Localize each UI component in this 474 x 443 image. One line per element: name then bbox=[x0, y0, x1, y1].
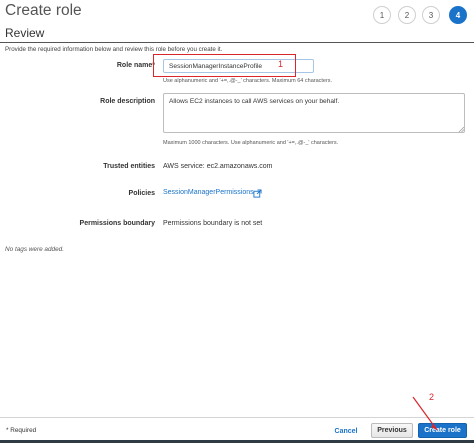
footer-divider bbox=[0, 417, 474, 418]
no-tags-message: No tags were added. bbox=[5, 246, 64, 253]
previous-button[interactable]: Previous bbox=[371, 423, 413, 438]
required-note: * Required bbox=[6, 427, 37, 434]
annotation-number-1: 1 bbox=[278, 59, 284, 69]
intro-text: Provide the required information below a… bbox=[5, 46, 223, 53]
role-name-hint: Use alphanumeric and '+=,.@-_' character… bbox=[163, 78, 333, 84]
policies-label: Policies bbox=[128, 190, 155, 197]
annotation-number-2: 2 bbox=[429, 392, 435, 402]
role-description-hint: Maximum 1000 characters. Use alphanumeri… bbox=[163, 140, 339, 146]
permissions-boundary-label: Permissions boundary bbox=[79, 220, 155, 227]
section-title: Review bbox=[5, 26, 45, 40]
trusted-entities-label: Trusted entities bbox=[103, 163, 155, 170]
permissions-boundary-value: Permissions boundary is not set bbox=[163, 220, 263, 227]
external-link-icon[interactable] bbox=[253, 189, 262, 198]
step-1[interactable]: 1 bbox=[373, 6, 391, 24]
cancel-button[interactable]: Cancel bbox=[330, 424, 362, 438]
step-4-current: 4 bbox=[449, 6, 467, 24]
section-divider bbox=[0, 42, 474, 43]
role-name-label: Role name* bbox=[116, 62, 155, 69]
step-3[interactable]: 3 bbox=[422, 6, 440, 24]
resize-grip-icon[interactable] bbox=[458, 126, 464, 132]
annotation-highlight-box bbox=[153, 54, 296, 77]
step-2[interactable]: 2 bbox=[398, 6, 416, 24]
trusted-entities-value: AWS service: ec2.amazonaws.com bbox=[163, 163, 273, 170]
create-role-button[interactable]: Create role bbox=[418, 423, 467, 438]
wizard-steps: 1 2 3 4 bbox=[0, 6, 474, 26]
role-description-textarea[interactable]: Allows EC2 instances to call AWS service… bbox=[163, 93, 465, 133]
policy-link[interactable]: SessionManagerPermissions bbox=[163, 189, 254, 196]
role-description-label: Role description bbox=[100, 98, 155, 105]
